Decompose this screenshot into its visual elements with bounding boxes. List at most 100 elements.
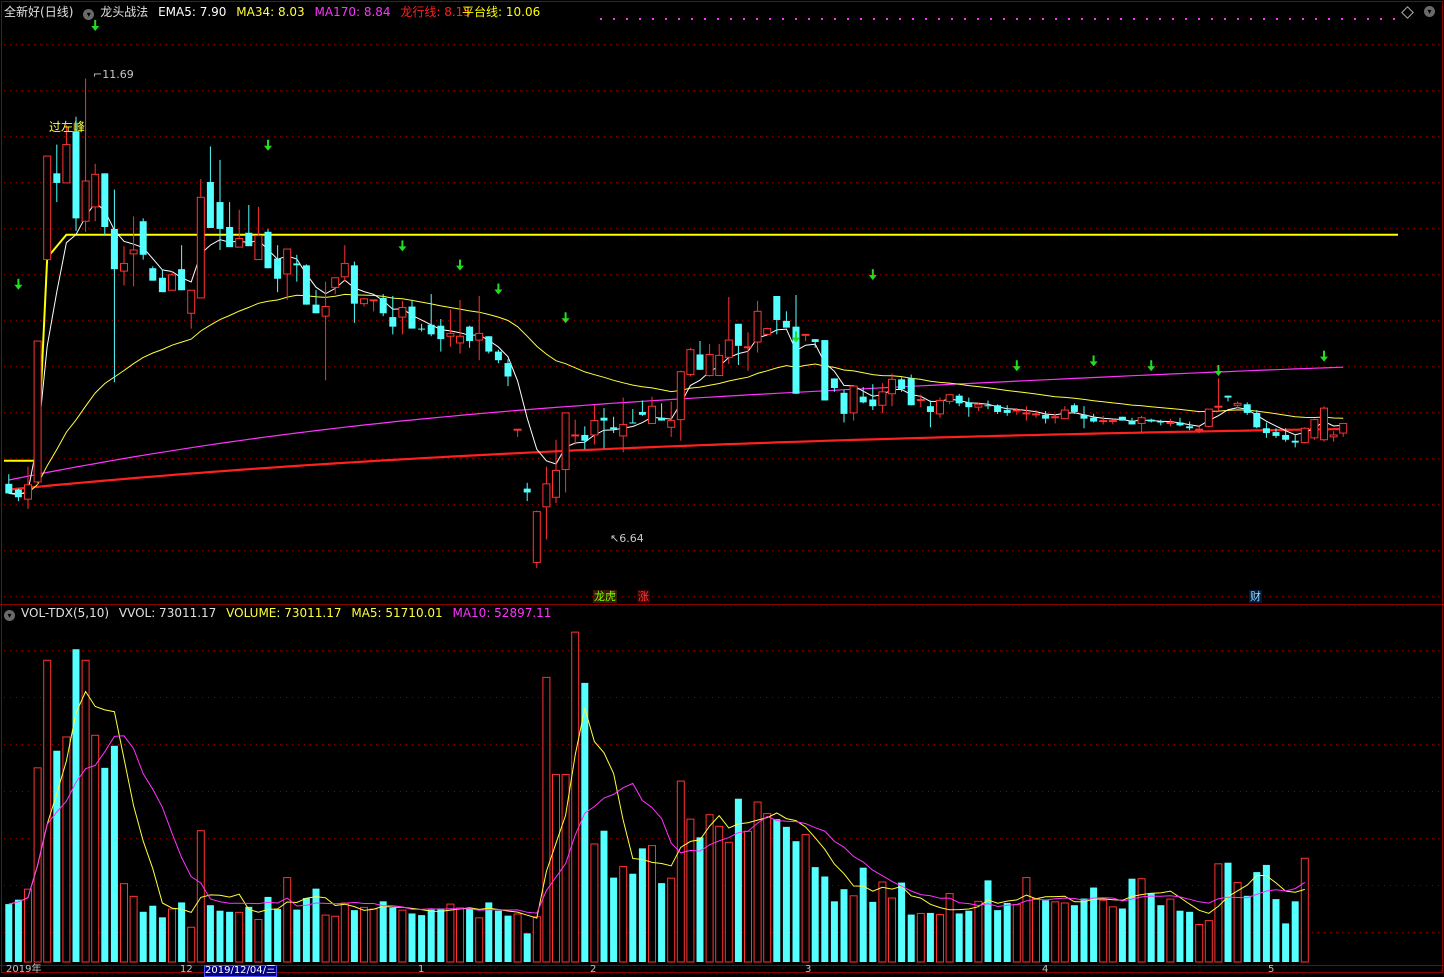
volume-bar <box>446 903 455 963</box>
candle-body <box>830 378 838 388</box>
candle <box>206 146 214 228</box>
candle <box>945 394 954 405</box>
volume-bar <box>869 901 877 962</box>
top-dot <box>1159 18 1161 20</box>
candle-body <box>466 326 474 342</box>
candle <box>350 261 358 323</box>
top-dot <box>782 18 784 20</box>
volume-bar <box>1051 901 1060 963</box>
candle <box>1339 422 1348 437</box>
candle-body <box>5 483 13 494</box>
volume-header: ▾ VOL-TDX(5,10) VVOL: 73011.17 VOLUME: 73… <box>4 604 557 622</box>
candle-body <box>734 323 742 346</box>
candle <box>753 300 762 353</box>
candle-body <box>158 277 166 293</box>
top-dot <box>704 18 706 20</box>
volume-bar <box>513 913 522 963</box>
top-dot <box>769 18 771 20</box>
down-arrow-icon <box>1214 365 1223 376</box>
candle <box>532 510 541 569</box>
volume-bar <box>542 676 551 963</box>
longhu-marker[interactable]: 龙虎 <box>593 590 617 603</box>
candle-body <box>178 269 186 291</box>
candle-body <box>724 339 733 358</box>
down-arrow-icon <box>1320 350 1328 362</box>
volume-bar <box>1080 898 1088 962</box>
candle <box>475 296 484 361</box>
volume-bar <box>571 631 580 963</box>
volume-menu-icon[interactable]: ▾ <box>4 610 15 621</box>
volume-bar <box>1176 910 1184 962</box>
candle-body <box>389 317 397 327</box>
ema5-path <box>8 201 1344 496</box>
candle-body <box>648 405 656 424</box>
zhang-marker[interactable]: 涨 <box>637 590 650 603</box>
volume-bar <box>1253 872 1261 962</box>
candle <box>1137 415 1146 433</box>
candle-body <box>437 325 445 340</box>
candle-body <box>936 399 944 415</box>
top-dot <box>990 18 992 20</box>
volume-bar <box>1262 864 1270 962</box>
top-dot <box>925 18 927 20</box>
candle-body <box>1118 416 1126 421</box>
candle <box>1003 405 1011 416</box>
candle <box>24 466 32 509</box>
candle-body <box>340 262 349 278</box>
top-dot <box>1289 18 1291 20</box>
candle-body <box>542 483 551 508</box>
candle <box>955 393 963 407</box>
time-label-1: 1 <box>418 964 425 975</box>
cai-marker[interactable]: 财 <box>1249 590 1262 603</box>
volume-bar <box>14 899 22 962</box>
top-dot <box>1211 18 1213 20</box>
candlestick-chart[interactable] <box>0 0 1444 975</box>
indicator-name[interactable]: 龙头战法 <box>100 5 148 19</box>
top-dot <box>1354 18 1356 20</box>
volume-bar <box>1195 923 1204 963</box>
candle-body <box>149 268 157 281</box>
volume-bar <box>907 914 915 962</box>
top-dot <box>600 18 602 20</box>
candle-body <box>1214 405 1223 408</box>
candle-body <box>1166 422 1175 424</box>
stock-chart-window: 全新好(日线) ▾ 龙头战法 EMA5: 7.90 MA34: 8.03 MA17… <box>0 0 1444 977</box>
volume-indicator-name[interactable]: VOL-TDX(5,10) <box>21 606 109 620</box>
candle <box>734 323 742 365</box>
candle <box>696 341 704 370</box>
candle-body <box>398 307 407 318</box>
top-dot <box>1029 18 1031 20</box>
volume-bar <box>129 895 138 963</box>
candle <box>907 374 915 406</box>
top-dot <box>873 18 875 20</box>
period-label: (日线) <box>40 5 74 19</box>
candle-body <box>120 262 128 272</box>
volume-bar <box>1147 893 1155 962</box>
candle <box>1214 378 1223 411</box>
candle-body <box>168 274 176 291</box>
top-dot <box>1081 18 1083 20</box>
volume-bar <box>321 914 330 963</box>
candle <box>120 246 128 286</box>
candle-body <box>226 227 234 248</box>
candle-body <box>245 232 253 247</box>
candle <box>168 271 176 291</box>
down-arrow-icon <box>868 269 877 281</box>
top-dot <box>847 18 849 20</box>
top-dot <box>1016 18 1018 20</box>
time-label-3: 3 <box>805 964 812 975</box>
candle-body <box>62 144 71 184</box>
candle-body <box>1070 405 1078 412</box>
ma34-path <box>8 293 1344 495</box>
candle-body <box>72 131 80 219</box>
volume-bar <box>619 866 628 963</box>
volume-bar <box>658 883 666 962</box>
candle-body <box>302 265 310 305</box>
volume-bar <box>1137 878 1146 963</box>
candle <box>494 349 502 364</box>
volume-bar <box>801 834 810 963</box>
vol-ma5-value: MA5: 51710.01 <box>351 606 443 620</box>
indicator-menu-icon[interactable]: ▾ <box>83 9 95 20</box>
window-menu-icon[interactable]: ▾ <box>1424 6 1435 17</box>
down-arrow-icon <box>91 20 100 31</box>
